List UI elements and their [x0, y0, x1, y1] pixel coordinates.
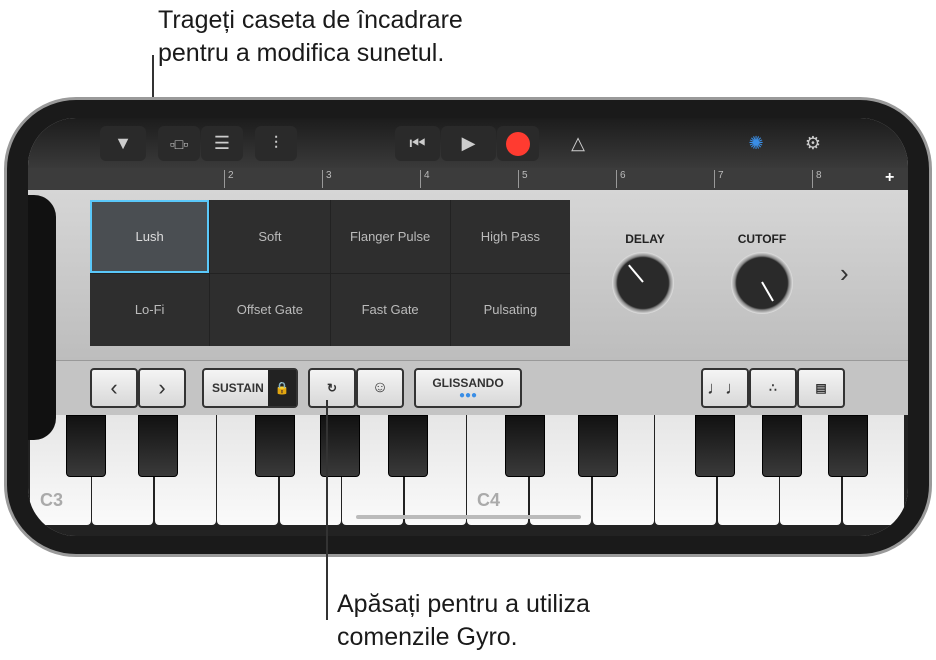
chevron-right-icon[interactable]: › [840, 258, 849, 289]
black-key[interactable] [828, 415, 868, 477]
face-icon[interactable]: ☺ [356, 368, 404, 408]
pad-lush[interactable]: Lush [90, 200, 210, 273]
arpeggiator-button[interactable]: ♩♩ [701, 368, 749, 408]
glissando-button[interactable]: GLISSANDO ●●● [414, 368, 522, 408]
pad-flanger-pulse[interactable]: Flanger Pulse [330, 200, 450, 273]
black-key[interactable] [578, 415, 618, 477]
toolbar: ▼ ▫□▫ ☰ ⫶ ⏮ ▶ △ ✺ ⚙ [28, 118, 908, 168]
notch [28, 195, 56, 440]
keyboard-layout-button[interactable]: ▤ [797, 368, 845, 408]
black-key[interactable] [505, 415, 545, 477]
pad-lo-fi[interactable]: Lo-Fi [90, 273, 210, 346]
sustain-button[interactable]: SUSTAIN 🔒 [202, 368, 298, 408]
metronome-icon[interactable]: △ [558, 126, 598, 161]
black-key[interactable] [695, 415, 735, 477]
pad-pulsating[interactable]: Pulsating [450, 273, 570, 346]
lock-icon[interactable]: 🔒 [268, 370, 296, 406]
garageband-screen: ▼ ▫□▫ ☰ ⫶ ⏮ ▶ △ ✺ ⚙ 2 3 4 5 6 7 8 + Lush… [28, 118, 908, 536]
ruler-mark: 7 [714, 170, 724, 188]
pad-soft[interactable]: Soft [210, 200, 330, 273]
piano-keyboard[interactable]: C3 C4 [28, 415, 908, 536]
ruler-mark: 4 [420, 170, 430, 188]
sound-grid[interactable]: Lush Soft Flanger Pulse High Pass Lo-Fi … [90, 200, 570, 346]
cutoff-knob[interactable] [731, 252, 793, 314]
octave-down-button[interactable]: ‹ [90, 368, 138, 408]
pad-fast-gate[interactable]: Fast Gate [330, 273, 450, 346]
tracks-view-icon[interactable]: ▫□▫ [158, 126, 200, 161]
smart-controls-panel: Lush Soft Flanger Pulse High Pass Lo-Fi … [28, 190, 908, 360]
annotation-bottom: Apăsați pentru a utiliza comenzile Gyro. [337, 590, 590, 651]
smart-controls-icon[interactable]: ☰ [201, 126, 243, 161]
callout-line-bottom [326, 400, 328, 620]
ruler-mark: 2 [224, 170, 234, 188]
glissando-label: GLISSANDO [432, 375, 504, 390]
sustain-label: SUSTAIN [212, 381, 264, 395]
record-icon[interactable] [497, 126, 539, 161]
cutoff-label: CUTOFF [737, 232, 787, 246]
home-indicator [356, 515, 581, 519]
octave-up-button[interactable]: › [138, 368, 186, 408]
pad-high-pass[interactable]: High Pass [450, 200, 570, 273]
pad-offset-gate[interactable]: Offset Gate [210, 273, 330, 346]
gyro-button[interactable]: ↻ [308, 368, 356, 408]
black-key[interactable] [255, 415, 295, 477]
ruler-mark: 6 [616, 170, 626, 188]
black-key[interactable] [138, 415, 178, 477]
chevron-down-icon[interactable]: ▼ [100, 126, 146, 161]
delay-knob[interactable] [612, 252, 674, 314]
ruler-mark: 8 [812, 170, 822, 188]
rewind-icon[interactable]: ⏮ [395, 126, 440, 161]
c3-label: C3 [40, 490, 64, 510]
play-icon[interactable]: ▶ [441, 126, 496, 161]
keyboard-controls: ‹ › SUSTAIN 🔒 ↻ ☺ GLISSANDO ●●● ♩♩ ∴ ▤ [28, 360, 908, 415]
delay-label: DELAY [625, 232, 665, 246]
dots-icon: ●●● [458, 389, 478, 401]
ruler-mark: 5 [518, 170, 528, 188]
scale-button[interactable]: ∴ [749, 368, 797, 408]
settings-icon[interactable]: ⚙ [793, 126, 833, 161]
ruler-mark: 3 [322, 170, 332, 188]
mixer-icon[interactable]: ⫶ [255, 126, 297, 161]
black-key[interactable] [388, 415, 428, 477]
c4-label: C4 [477, 490, 501, 510]
master-effects-icon[interactable]: ✺ [736, 126, 776, 161]
black-key[interactable] [762, 415, 802, 477]
ruler[interactable]: 2 3 4 5 6 7 8 + [28, 168, 908, 190]
annotation-top: Trageți caseta de încadrare pentru a mod… [158, 6, 463, 67]
black-key[interactable] [66, 415, 106, 477]
add-section-button[interactable]: + [885, 169, 894, 187]
